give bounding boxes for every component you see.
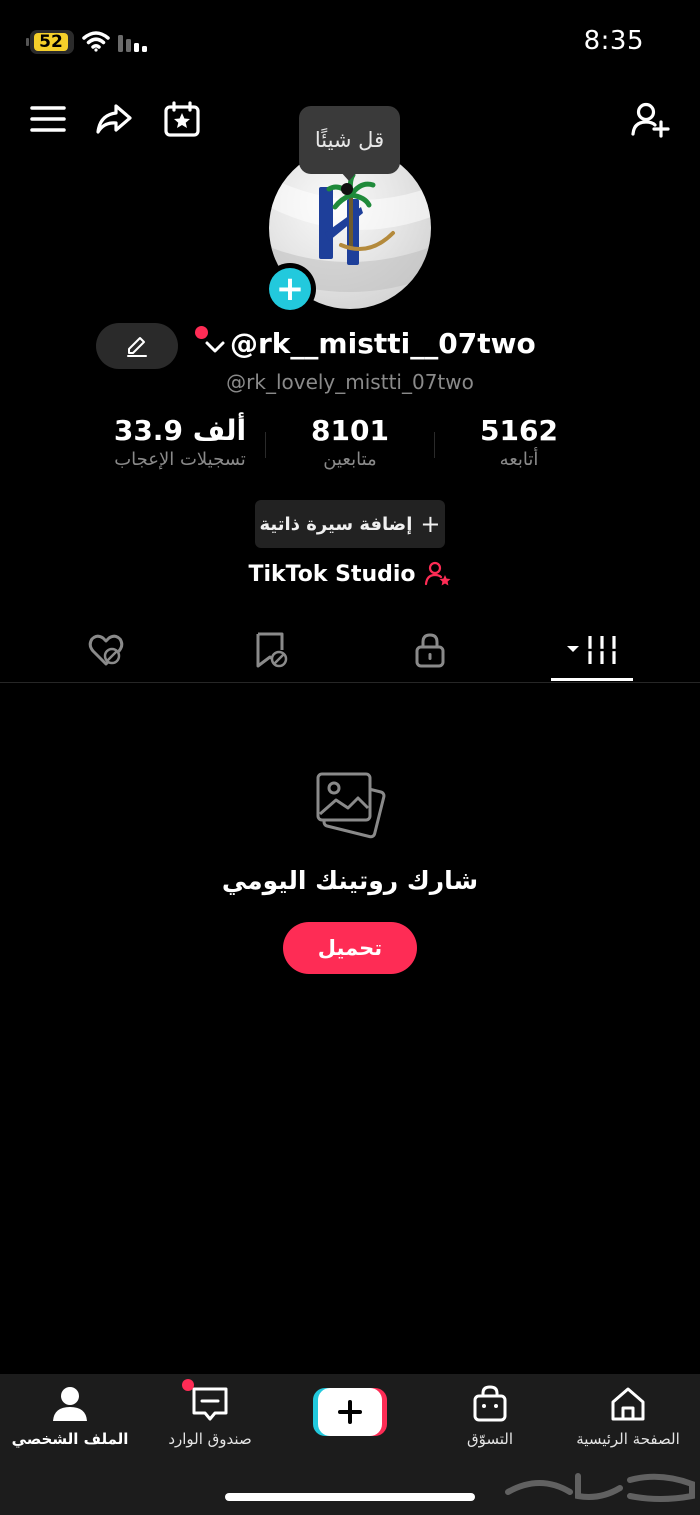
upload-button[interactable]: تحميل	[283, 922, 417, 974]
wifi-icon	[82, 31, 110, 52]
plus-icon: +	[420, 510, 441, 538]
nav-inbox[interactable]: صندوق الوارد	[140, 1384, 280, 1448]
liked-icon	[88, 634, 124, 666]
stat-followers[interactable]: 8101 متابعين	[260, 414, 440, 470]
stat-following-value: 5162	[480, 414, 558, 447]
calendar-star-icon[interactable]	[162, 100, 202, 140]
lock-icon	[415, 633, 445, 668]
chevron-down-icon[interactable]	[204, 338, 226, 356]
content-tabs	[0, 616, 700, 683]
stat-following-label: أتابعه	[499, 449, 539, 470]
inbox-icon	[192, 1387, 228, 1421]
nav-profile[interactable]: الملف الشخصي	[0, 1384, 140, 1448]
edit-profile-button[interactable]	[96, 323, 178, 369]
handle: @rk_lovely_mistti_07two	[226, 370, 474, 394]
profile-icon	[53, 1387, 87, 1421]
nav-shop[interactable]: التسوّق	[420, 1384, 560, 1448]
battery-level: 52	[34, 33, 68, 51]
active-tab-indicator	[551, 678, 633, 681]
add-bio-button[interactable]: إضافة سيرة ذاتية +	[255, 500, 445, 548]
home-indicator	[225, 1493, 475, 1501]
stat-following[interactable]: 5162 أتابعه	[429, 414, 609, 470]
plus-icon: +	[269, 268, 311, 310]
nav-shop-label: التسوّق	[466, 1430, 514, 1448]
tab-videos[interactable]	[566, 628, 622, 672]
pencil-icon	[127, 337, 147, 357]
stat-followers-value: 8101	[311, 414, 389, 447]
nav-home[interactable]: الصفحة الرئيسية	[558, 1384, 698, 1448]
stat-likes-value: 33.9 ألف	[113, 414, 247, 447]
tab-private[interactable]	[408, 628, 452, 672]
menu-icon[interactable]	[28, 100, 68, 140]
nav-home-label: الصفحة الرئيسية	[576, 1430, 680, 1448]
tab-favorites[interactable]	[248, 628, 292, 672]
tiktok-studio-label: TikTok Studio	[248, 561, 416, 587]
stat-likes-label: تسجيلات الإعجاب	[114, 449, 246, 470]
haraj-watermark-logo	[505, 1473, 695, 1502]
create-button[interactable]	[313, 1388, 387, 1436]
inbox-notification-dot	[182, 1379, 194, 1391]
studio-person-star-icon	[424, 561, 451, 586]
share-icon[interactable]	[94, 100, 134, 140]
battery-icon: 52	[26, 30, 74, 54]
say-something-tooltip[interactable]: قل شيئًا	[299, 106, 400, 174]
bio-button-label: إضافة سيرة ذاتية	[259, 513, 413, 535]
nav-inbox-label: صندوق الوارد	[168, 1430, 252, 1448]
videos-grid-icon	[567, 636, 617, 664]
photo-icon	[316, 772, 386, 839]
stat-likes[interactable]: 33.9 ألف تسجيلات الإعجاب	[90, 414, 270, 470]
nav-profile-label: الملف الشخصي	[11, 1430, 129, 1448]
add-friend-icon[interactable]	[630, 100, 670, 140]
tooltip-tail	[340, 171, 358, 181]
clock: 8:35	[583, 26, 644, 56]
status-bar: 52 8:35	[0, 0, 700, 90]
home-icon	[611, 1387, 645, 1421]
cellular-signal-icon	[118, 35, 147, 52]
tiktok-studio-link[interactable]: TikTok Studio	[0, 560, 700, 588]
add-avatar-button[interactable]: +	[264, 263, 316, 315]
shop-bag-icon	[473, 1385, 507, 1422]
favorites-icon	[256, 632, 288, 668]
tab-liked[interactable]	[84, 628, 128, 672]
stat-followers-label: متابعين	[323, 449, 377, 470]
empty-state-title: شارك روتينك اليومي	[221, 866, 479, 895]
username[interactable]: @rk__mistti__07two	[230, 327, 536, 360]
